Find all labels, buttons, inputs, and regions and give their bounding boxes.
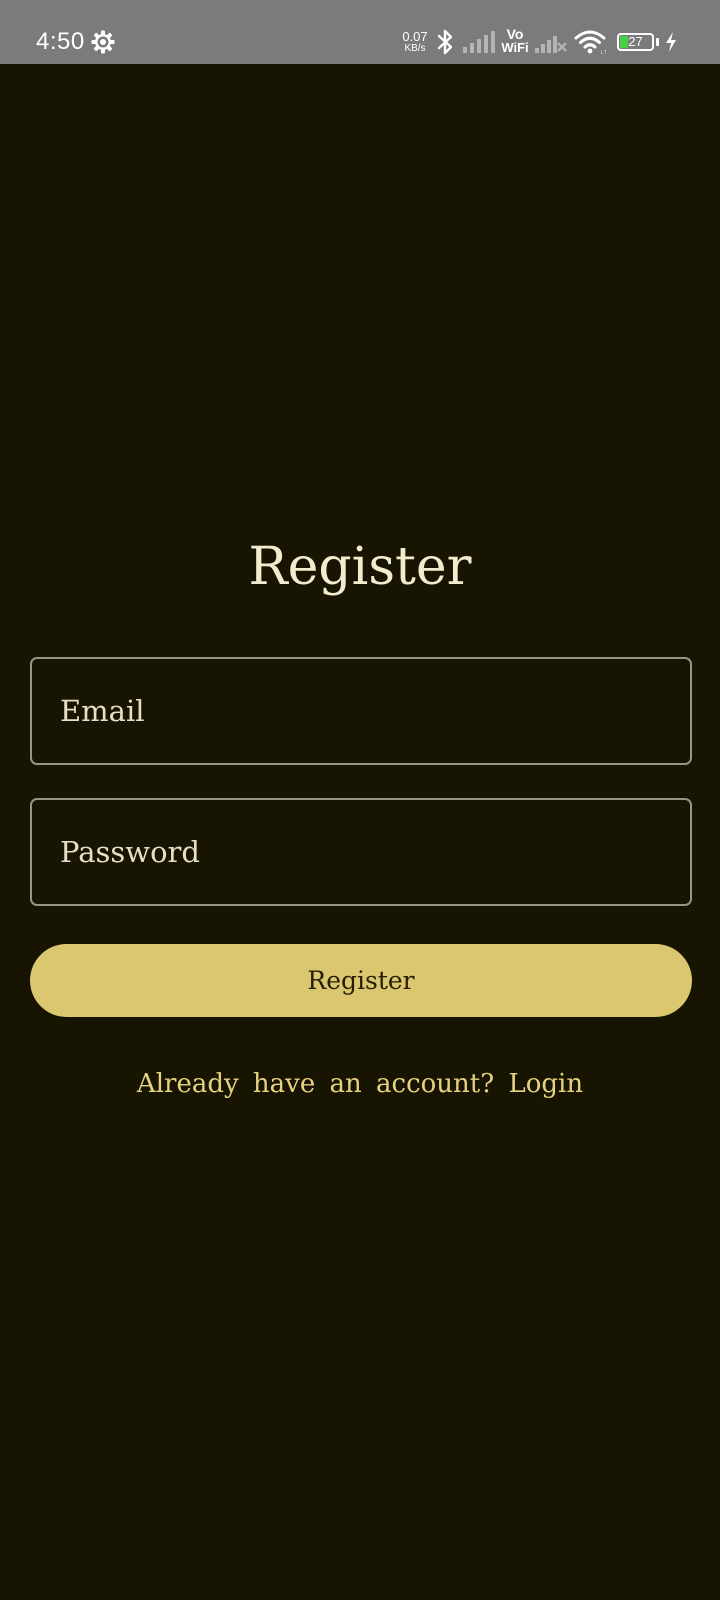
battery-cap: [656, 38, 659, 46]
vowifi-top-label: Vo: [506, 26, 524, 42]
login-link[interactable]: Already have an account? Login: [0, 1064, 720, 1104]
charging-icon: [664, 31, 678, 58]
vowifi-icon: Vo WiFi: [500, 27, 530, 55]
bluetooth-icon: [436, 28, 454, 61]
network-speed-unit: KB/s: [404, 43, 426, 54]
signal-icon: [462, 30, 496, 59]
network-speed: 0.07 KB/s: [398, 29, 432, 55]
battery-level: 27: [628, 34, 643, 49]
vowifi-bottom-label: WiFi: [501, 40, 529, 55]
network-speed-value: 0.07: [402, 29, 428, 44]
register-button[interactable]: Register: [30, 944, 692, 1017]
settings-gear-icon: [91, 30, 115, 54]
password-field-container: [30, 798, 692, 906]
password-field[interactable]: [32, 800, 690, 904]
email-field-container: [30, 657, 692, 765]
no-signal-icon: [534, 32, 568, 59]
svg-text:↓↑: ↓↑: [600, 49, 607, 55]
battery-icon: 27: [617, 33, 654, 51]
email-field[interactable]: [32, 659, 690, 763]
page-title: Register: [248, 537, 472, 597]
status-bar: 4:50 0.07 KB/s Vo WiFi ↓↑ 27: [0, 0, 720, 64]
status-time: 4:50: [36, 28, 85, 55]
wifi-icon: ↓↑: [574, 29, 608, 60]
